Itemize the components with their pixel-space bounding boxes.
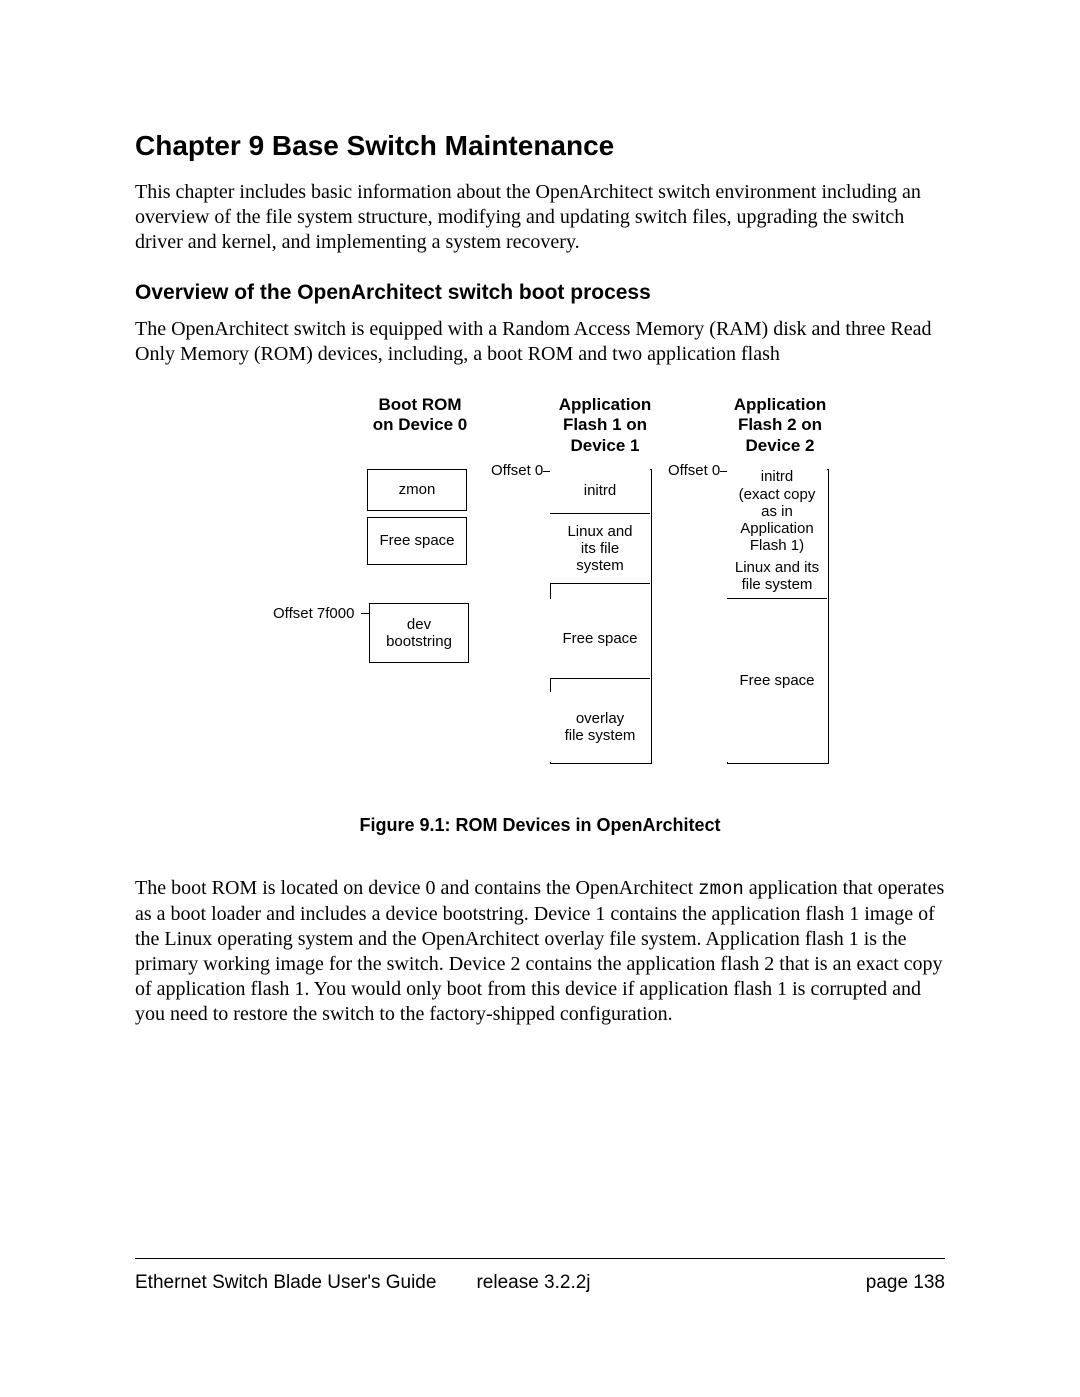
d1-initrd: initrd <box>550 469 650 514</box>
pf-text-b: application that operates as a boot load… <box>135 877 944 1025</box>
figure-col-header-d1: Application Flash 1 on Device 1 <box>545 395 665 456</box>
d0-bootstring: dev bootstring <box>369 603 469 663</box>
d0-zmon: zmon <box>367 469 467 511</box>
chapter-title: Chapter 9 Base Switch Maintenance <box>135 130 945 162</box>
offset-label-d0-7f000: Offset 7f000 <box>273 605 354 622</box>
d0-free: Free space <box>367 517 467 565</box>
d1-overlay: overlay file system <box>550 692 650 762</box>
pf-text-a: The boot ROM is located on device 0 and … <box>135 877 698 899</box>
page-footer: Ethernet Switch Blade User's Guide relea… <box>135 1272 945 1294</box>
post-figure-paragraph: The boot ROM is located on device 0 and … <box>135 876 945 1027</box>
d2-linux: Linux and its file system <box>727 554 827 599</box>
d2-initrd: initrd (exact copy as in Application Fla… <box>727 469 827 554</box>
section-heading: Overview of the OpenArchitect switch boo… <box>135 281 945 305</box>
figure-caption: Figure 9.1: ROM Devices in OpenArchitect <box>135 815 945 836</box>
offset-label-d1-0: Offset 0 <box>491 462 543 479</box>
figure-col-header-d0: Boot ROM on Device 0 <box>360 395 480 436</box>
d2-free: Free space <box>727 599 827 762</box>
d1-free: Free space <box>550 599 650 679</box>
footer-page: page 138 <box>866 1272 945 1294</box>
tick-d0-7f000 <box>361 613 369 614</box>
figure-col-header-d2: Application Flash 2 on Device 2 <box>720 395 840 456</box>
footer-rule <box>135 1258 945 1259</box>
chapter-intro: This chapter includes basic information … <box>135 180 945 255</box>
pf-code-zmon: zmon <box>698 878 744 900</box>
figure-rom-devices: Boot ROM on Device 0 Application Flash 1… <box>135 377 945 807</box>
footer-release: release 3.2.2j <box>436 1272 865 1294</box>
section-lead: The OpenArchitect switch is equipped wit… <box>135 317 945 367</box>
footer-doc-title: Ethernet Switch Blade User's Guide <box>135 1272 436 1294</box>
offset-label-d2-0: Offset 0 <box>668 462 720 479</box>
d1-linux: Linux and its file system <box>550 514 650 584</box>
